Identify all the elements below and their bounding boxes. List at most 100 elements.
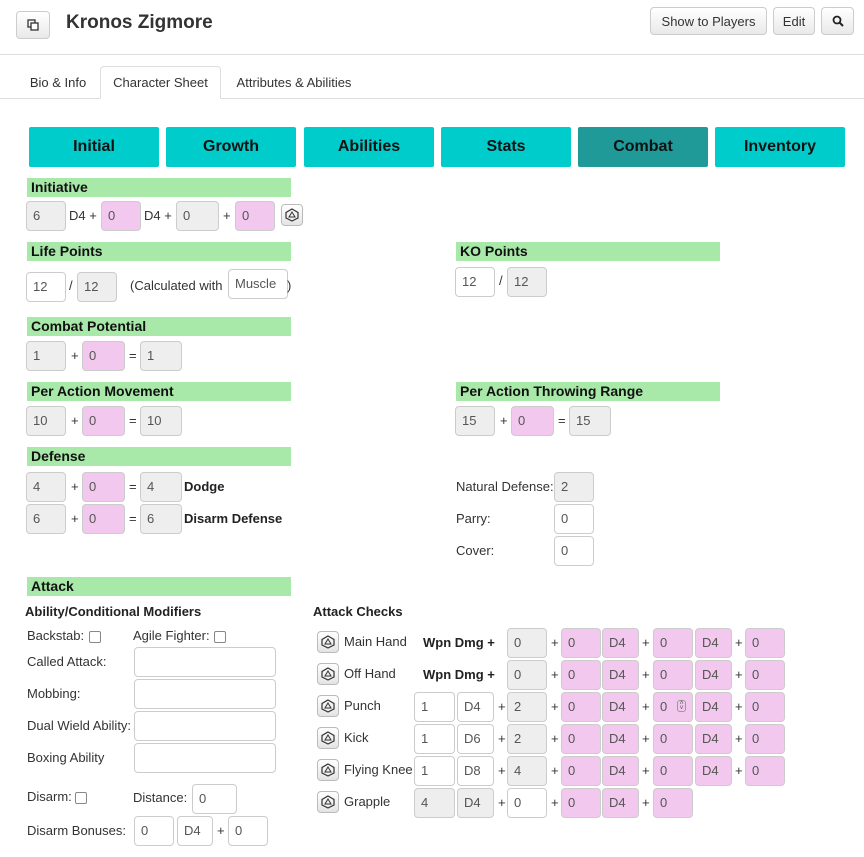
punch-c-field[interactable]: 0 [653, 692, 693, 722]
throwing-base-field[interactable]: 15 [455, 406, 495, 436]
main-hand-a-field[interactable]: 0 [507, 628, 547, 658]
cp-mod-field[interactable]: 0 [82, 341, 125, 371]
punch-die-field[interactable]: D4 [457, 692, 494, 722]
grapple-die1-field[interactable]: D4 [602, 788, 639, 818]
grapple-b-field[interactable]: 0 [561, 788, 601, 818]
initiative-mod1-field[interactable]: 0 [101, 201, 141, 231]
punch-n-field[interactable]: 1 [414, 692, 455, 722]
initiative-mod2-field[interactable]: 0 [176, 201, 219, 231]
life-current-field[interactable]: 12 [26, 272, 66, 302]
punch-a-field[interactable]: 2 [507, 692, 547, 722]
kick-b-field[interactable]: 0 [561, 724, 601, 754]
dodge-base-field[interactable]: 4 [26, 472, 66, 502]
initiative-mod3-field[interactable]: 0 [235, 201, 275, 231]
movement-base-field[interactable]: 10 [26, 406, 66, 436]
nav-abilities[interactable]: Abilities [304, 127, 434, 167]
disarm-def-base-field[interactable]: 6 [26, 504, 66, 534]
initiative-base-field[interactable]: 6 [26, 201, 66, 231]
dual-wield-field[interactable] [134, 711, 276, 741]
cp-base-field[interactable]: 1 [26, 341, 66, 371]
life-calc-attr-select[interactable]: Muscle [228, 269, 288, 299]
boxing-field[interactable] [134, 743, 276, 773]
nav-combat[interactable]: Combat [578, 127, 708, 167]
punch-die2-field[interactable]: D4 [695, 692, 732, 722]
movement-mod-field[interactable]: 0 [82, 406, 125, 436]
kick-n-field[interactable]: 1 [414, 724, 455, 754]
off-hand-a-field[interactable]: 0 [507, 660, 547, 690]
backstab-checkbox[interactable] [89, 631, 101, 643]
movement-total-field[interactable]: 10 [140, 406, 182, 436]
grapple-n-field[interactable]: 4 [414, 788, 455, 818]
tab-bio-info[interactable]: Bio & Info [18, 66, 98, 99]
edit-button[interactable]: Edit [773, 7, 815, 35]
kick-e-field[interactable]: 0 [745, 724, 785, 754]
cp-total-field[interactable]: 1 [140, 341, 182, 371]
kick-die-field[interactable]: D6 [457, 724, 494, 754]
off-hand-e-field[interactable]: 0 [745, 660, 785, 690]
cover-field[interactable]: 0 [554, 536, 594, 566]
kick-c-field[interactable]: 0 [653, 724, 693, 754]
flying-knee-a-field[interactable]: 4 [507, 756, 547, 786]
stepper-icon[interactable]: ˄ ˅ [677, 700, 686, 712]
off-hand-roll-button[interactable] [317, 663, 339, 685]
disarm-bonus2-field[interactable]: 0 [228, 816, 268, 846]
mobbing-field[interactable] [134, 679, 276, 709]
nav-stats[interactable]: Stats [441, 127, 571, 167]
nav-inventory[interactable]: Inventory [715, 127, 845, 167]
natural-defense-field[interactable]: 2 [554, 472, 594, 502]
flying-knee-die-field[interactable]: D8 [457, 756, 494, 786]
kick-roll-button[interactable] [317, 727, 339, 749]
punch-roll-button[interactable] [317, 695, 339, 717]
life-max-field[interactable]: 12 [77, 272, 117, 302]
called-attack-field[interactable] [134, 647, 276, 677]
flying-knee-e-field[interactable]: 0 [745, 756, 785, 786]
flying-knee-die2-field[interactable]: D4 [695, 756, 732, 786]
nav-growth[interactable]: Growth [166, 127, 296, 167]
parry-field[interactable]: 0 [554, 504, 594, 534]
grapple-a-field[interactable]: 0 [507, 788, 547, 818]
throwing-mod-field[interactable]: 0 [511, 406, 554, 436]
disarm-bonus-die-field[interactable]: D4 [177, 816, 213, 846]
flying-knee-roll-button[interactable] [317, 759, 339, 781]
grapple-roll-button[interactable] [317, 791, 339, 813]
main-hand-b-field[interactable]: 0 [561, 628, 601, 658]
nav-initial[interactable]: Initial [29, 127, 159, 167]
ko-current-field[interactable]: 12 [455, 267, 495, 297]
flying-knee-b-field[interactable]: 0 [561, 756, 601, 786]
throwing-total-field[interactable]: 15 [569, 406, 611, 436]
kick-die1-field[interactable]: D4 [602, 724, 639, 754]
agile-fighter-checkbox[interactable] [214, 631, 226, 643]
search-button[interactable] [821, 7, 854, 35]
flying-knee-die1-field[interactable]: D4 [602, 756, 639, 786]
off-hand-c-field[interactable]: 0 [653, 660, 693, 690]
flying-knee-c-field[interactable]: 0 [653, 756, 693, 786]
off-hand-die2-field[interactable]: D4 [695, 660, 732, 690]
grapple-die-field[interactable]: D4 [457, 788, 494, 818]
grapple-c-field[interactable]: 0 [653, 788, 693, 818]
popout-button[interactable] [16, 11, 50, 39]
punch-b-field[interactable]: 0 [561, 692, 601, 722]
main-hand-c-field[interactable]: 0 [653, 628, 693, 658]
kick-die2-field[interactable]: D4 [695, 724, 732, 754]
show-to-players-button[interactable]: Show to Players [650, 7, 767, 35]
tab-character-sheet[interactable]: Character Sheet [100, 66, 221, 99]
flying-knee-n-field[interactable]: 1 [414, 756, 455, 786]
initiative-roll-button[interactable] [281, 204, 303, 226]
tab-attributes-abilities[interactable]: Attributes & Abilities [224, 66, 364, 99]
dodge-total-field[interactable]: 4 [140, 472, 182, 502]
disarm-checkbox[interactable] [75, 792, 87, 804]
ko-max-field[interactable]: 12 [507, 267, 547, 297]
disarm-bonus1-field[interactable]: 0 [134, 816, 174, 846]
disarm-def-total-field[interactable]: 6 [140, 504, 182, 534]
main-hand-roll-button[interactable] [317, 631, 339, 653]
main-hand-e-field[interactable]: 0 [745, 628, 785, 658]
main-hand-die1-field[interactable]: D4 [602, 628, 639, 658]
kick-a-field[interactable]: 2 [507, 724, 547, 754]
distance-field[interactable]: 0 [192, 784, 237, 814]
main-hand-die2-field[interactable]: D4 [695, 628, 732, 658]
punch-e-field[interactable]: 0 [745, 692, 785, 722]
punch-die1-field[interactable]: D4 [602, 692, 639, 722]
disarm-def-mod-field[interactable]: 0 [82, 504, 125, 534]
dodge-mod-field[interactable]: 0 [82, 472, 125, 502]
off-hand-b-field[interactable]: 0 [561, 660, 601, 690]
